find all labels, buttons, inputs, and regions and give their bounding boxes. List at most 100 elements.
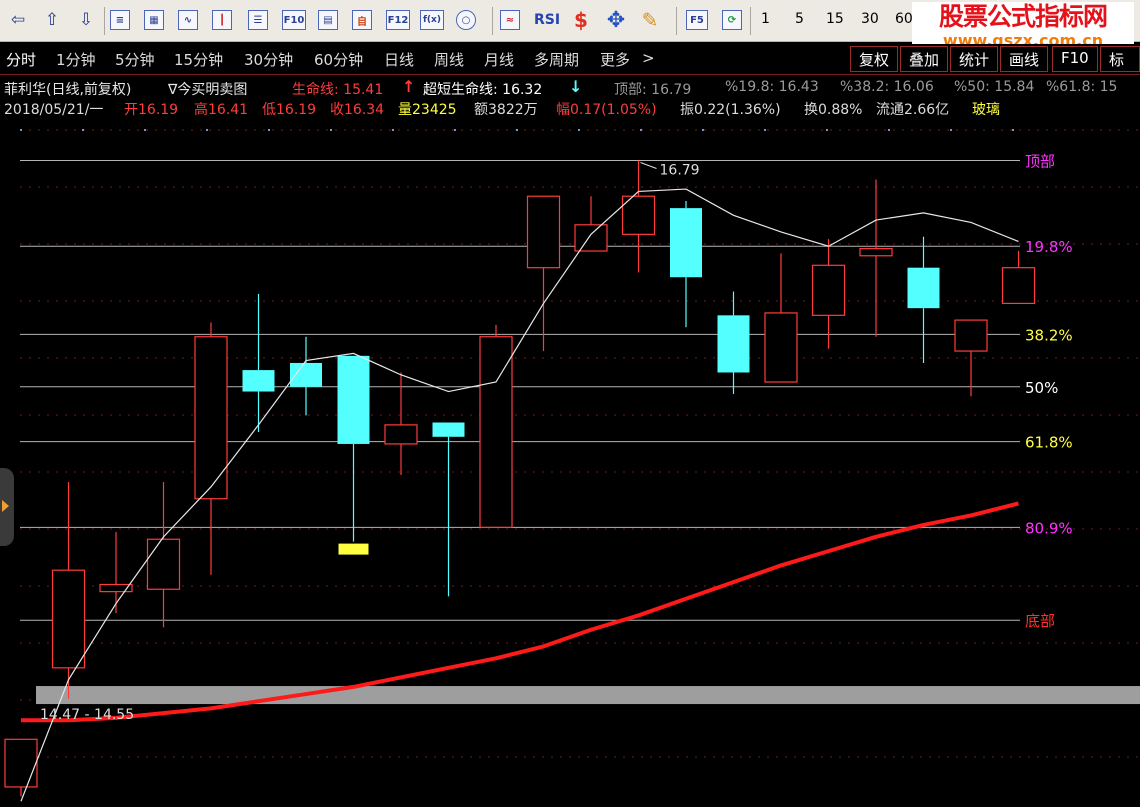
tab-weekly[interactable]: 周线 xyxy=(434,49,464,70)
function-button[interactable]: f(x) xyxy=(420,10,444,30)
formula-name[interactable]: ∇今买明卖图 xyxy=(168,79,247,99)
candle-body xyxy=(526,195,561,269)
level-label: 顶部 xyxy=(1025,152,1055,170)
overlay-button[interactable]: 叠加 xyxy=(900,46,949,72)
site-watermark: 股票公式指标网 www.gszx.com.cn xyxy=(912,2,1134,50)
short-life-line-value: 超短生命线: 16.32 xyxy=(423,82,543,98)
f12-button[interactable]: F12 xyxy=(386,10,410,30)
toolbar-separator xyxy=(750,7,751,35)
document-icon[interactable]: ▤ xyxy=(318,10,338,30)
circle-icon[interactable]: ○ xyxy=(456,10,476,30)
candle-body xyxy=(432,422,465,437)
bar-date: 2018/05/21/一 xyxy=(4,102,104,118)
candle-body xyxy=(670,208,702,278)
tab-more[interactable]: 更多 xyxy=(600,49,630,70)
period-15-button[interactable]: 15 xyxy=(826,11,844,27)
sector: 玻璃 xyxy=(972,102,1000,118)
buy-signal-marker xyxy=(338,543,369,555)
candle-body xyxy=(907,267,940,309)
candle-body xyxy=(384,424,418,445)
f10-button[interactable]: F10 xyxy=(282,10,306,30)
level-label: 61.8% xyxy=(1025,434,1073,452)
expand-panel-button[interactable] xyxy=(0,468,14,546)
line-chart-icon[interactable]: ∿ xyxy=(178,10,198,30)
candle-body xyxy=(954,319,988,352)
level-61-8-value: %61.8: 15 xyxy=(1046,79,1118,95)
candle-body xyxy=(194,336,228,500)
refresh-icon[interactable]: ⟳ xyxy=(722,10,742,30)
statistics-button[interactable]: 统计 xyxy=(950,46,999,72)
candle-body xyxy=(717,315,750,373)
f10-tab-button[interactable]: F10 xyxy=(1052,46,1098,72)
candle-body xyxy=(51,569,86,669)
chevron-right-icon[interactable]: > xyxy=(642,49,655,67)
candle-body xyxy=(1001,267,1036,305)
change: 幅0.17(1.05%) xyxy=(556,102,657,118)
candle-body xyxy=(859,248,893,257)
watermark-title: 股票公式指标网 xyxy=(938,2,1108,31)
period-1-button[interactable]: 1 xyxy=(761,11,770,27)
tab-intraday[interactable]: 分时 xyxy=(6,49,36,70)
main-toolbar: ⇦ ⇧ ⇩ ≡ ▦ ∿ ┃ ☰ F10 ▤ 自 F12 f(x) ○ ≈ RSI… xyxy=(0,0,1140,50)
level-38-2-value: %38.2: 16.06 xyxy=(840,79,934,95)
period-60-button[interactable]: 60 xyxy=(895,11,913,27)
restore-rights-button[interactable]: 复权 xyxy=(850,46,899,72)
tab-30min[interactable]: 30分钟 xyxy=(244,49,293,70)
tab-60min[interactable]: 60分钟 xyxy=(314,49,363,70)
volume: 量23425 xyxy=(398,102,457,118)
float-shares: 流通2.66亿 xyxy=(876,102,950,118)
short-life-line xyxy=(20,188,1019,802)
up-arrow-icon[interactable]: ⇧ xyxy=(40,8,64,32)
indicator-icon[interactable]: ≈ xyxy=(500,10,520,30)
tab-monthly[interactable]: 月线 xyxy=(484,49,514,70)
top-level-value: 顶部: 16.79 xyxy=(614,82,692,98)
self-select-icon[interactable]: 自 xyxy=(352,10,372,30)
toolbar-separator xyxy=(492,7,493,35)
level-label: 50% xyxy=(1025,379,1058,397)
layout-icon[interactable]: ☰ xyxy=(248,10,268,30)
candlestick-chart[interactable]: 顶部 19.8% 38.2% 50% 61.8% 80.9% 底部 16.79 14.47 - … xyxy=(0,118,1140,807)
level-50-value: %50: 15.84 xyxy=(954,79,1035,95)
candle-body xyxy=(4,738,38,788)
f5-button[interactable]: F5 xyxy=(686,10,708,30)
life-line-value: 生命线: 15.41 xyxy=(292,82,384,98)
candle-body xyxy=(479,336,513,528)
move-icon[interactable]: ✥ xyxy=(604,8,628,33)
up-arrow-icon: ↑ xyxy=(402,77,416,96)
candle-body xyxy=(146,538,181,590)
level-label: 底部 xyxy=(1025,612,1055,630)
amount: 额3822万 xyxy=(474,102,538,118)
dollar-icon[interactable]: $ xyxy=(570,8,592,32)
high-price: 高16.41 xyxy=(194,102,249,118)
candle-body xyxy=(242,370,275,392)
table-icon[interactable]: ▦ xyxy=(144,10,164,30)
rsi-button[interactable]: RSI xyxy=(532,8,562,32)
tab-5min[interactable]: 5分钟 xyxy=(115,49,155,70)
support-zone-band xyxy=(36,686,1140,705)
tab-15min[interactable]: 15分钟 xyxy=(174,49,223,70)
period-30-button[interactable]: 30 xyxy=(861,11,879,27)
down-arrow-icon[interactable]: ⇩ xyxy=(74,8,98,32)
candle-chart-icon[interactable]: ┃ xyxy=(212,10,232,30)
period-5-button[interactable]: 5 xyxy=(795,11,804,27)
amplitude: 振0.22(1.36%) xyxy=(680,102,781,118)
level-label: 38.2% xyxy=(1025,326,1073,344)
top-price-pointer xyxy=(640,162,657,169)
tab-1min[interactable]: 1分钟 xyxy=(56,49,96,70)
draw-line-button[interactable]: 画线 xyxy=(1000,46,1049,72)
tab-multi-period[interactable]: 多周期 xyxy=(534,49,579,70)
tab-daily[interactable]: 日线 xyxy=(384,49,414,70)
low-price: 低16.19 xyxy=(262,102,317,118)
arrow-right-icon xyxy=(2,500,9,512)
candle-body xyxy=(811,264,846,316)
toolbar-separator xyxy=(676,7,677,35)
pen-icon[interactable]: ✎ xyxy=(638,8,662,32)
bottom-range-label: 14.47 - 14.55 xyxy=(40,707,134,723)
back-arrow-icon[interactable]: ⇦ xyxy=(6,8,30,32)
period-tabs: 分时 1分钟 5分钟 15分钟 30分钟 60分钟 日线 周线 月线 多周期 更… xyxy=(0,44,1140,75)
level-label: 80.9% xyxy=(1025,519,1073,537)
mark-button[interactable]: 标 xyxy=(1100,46,1140,72)
report-icon[interactable]: ≡ xyxy=(110,10,130,30)
down-arrow-icon: ↓ xyxy=(569,77,583,96)
close-price: 收16.34 xyxy=(330,102,385,118)
